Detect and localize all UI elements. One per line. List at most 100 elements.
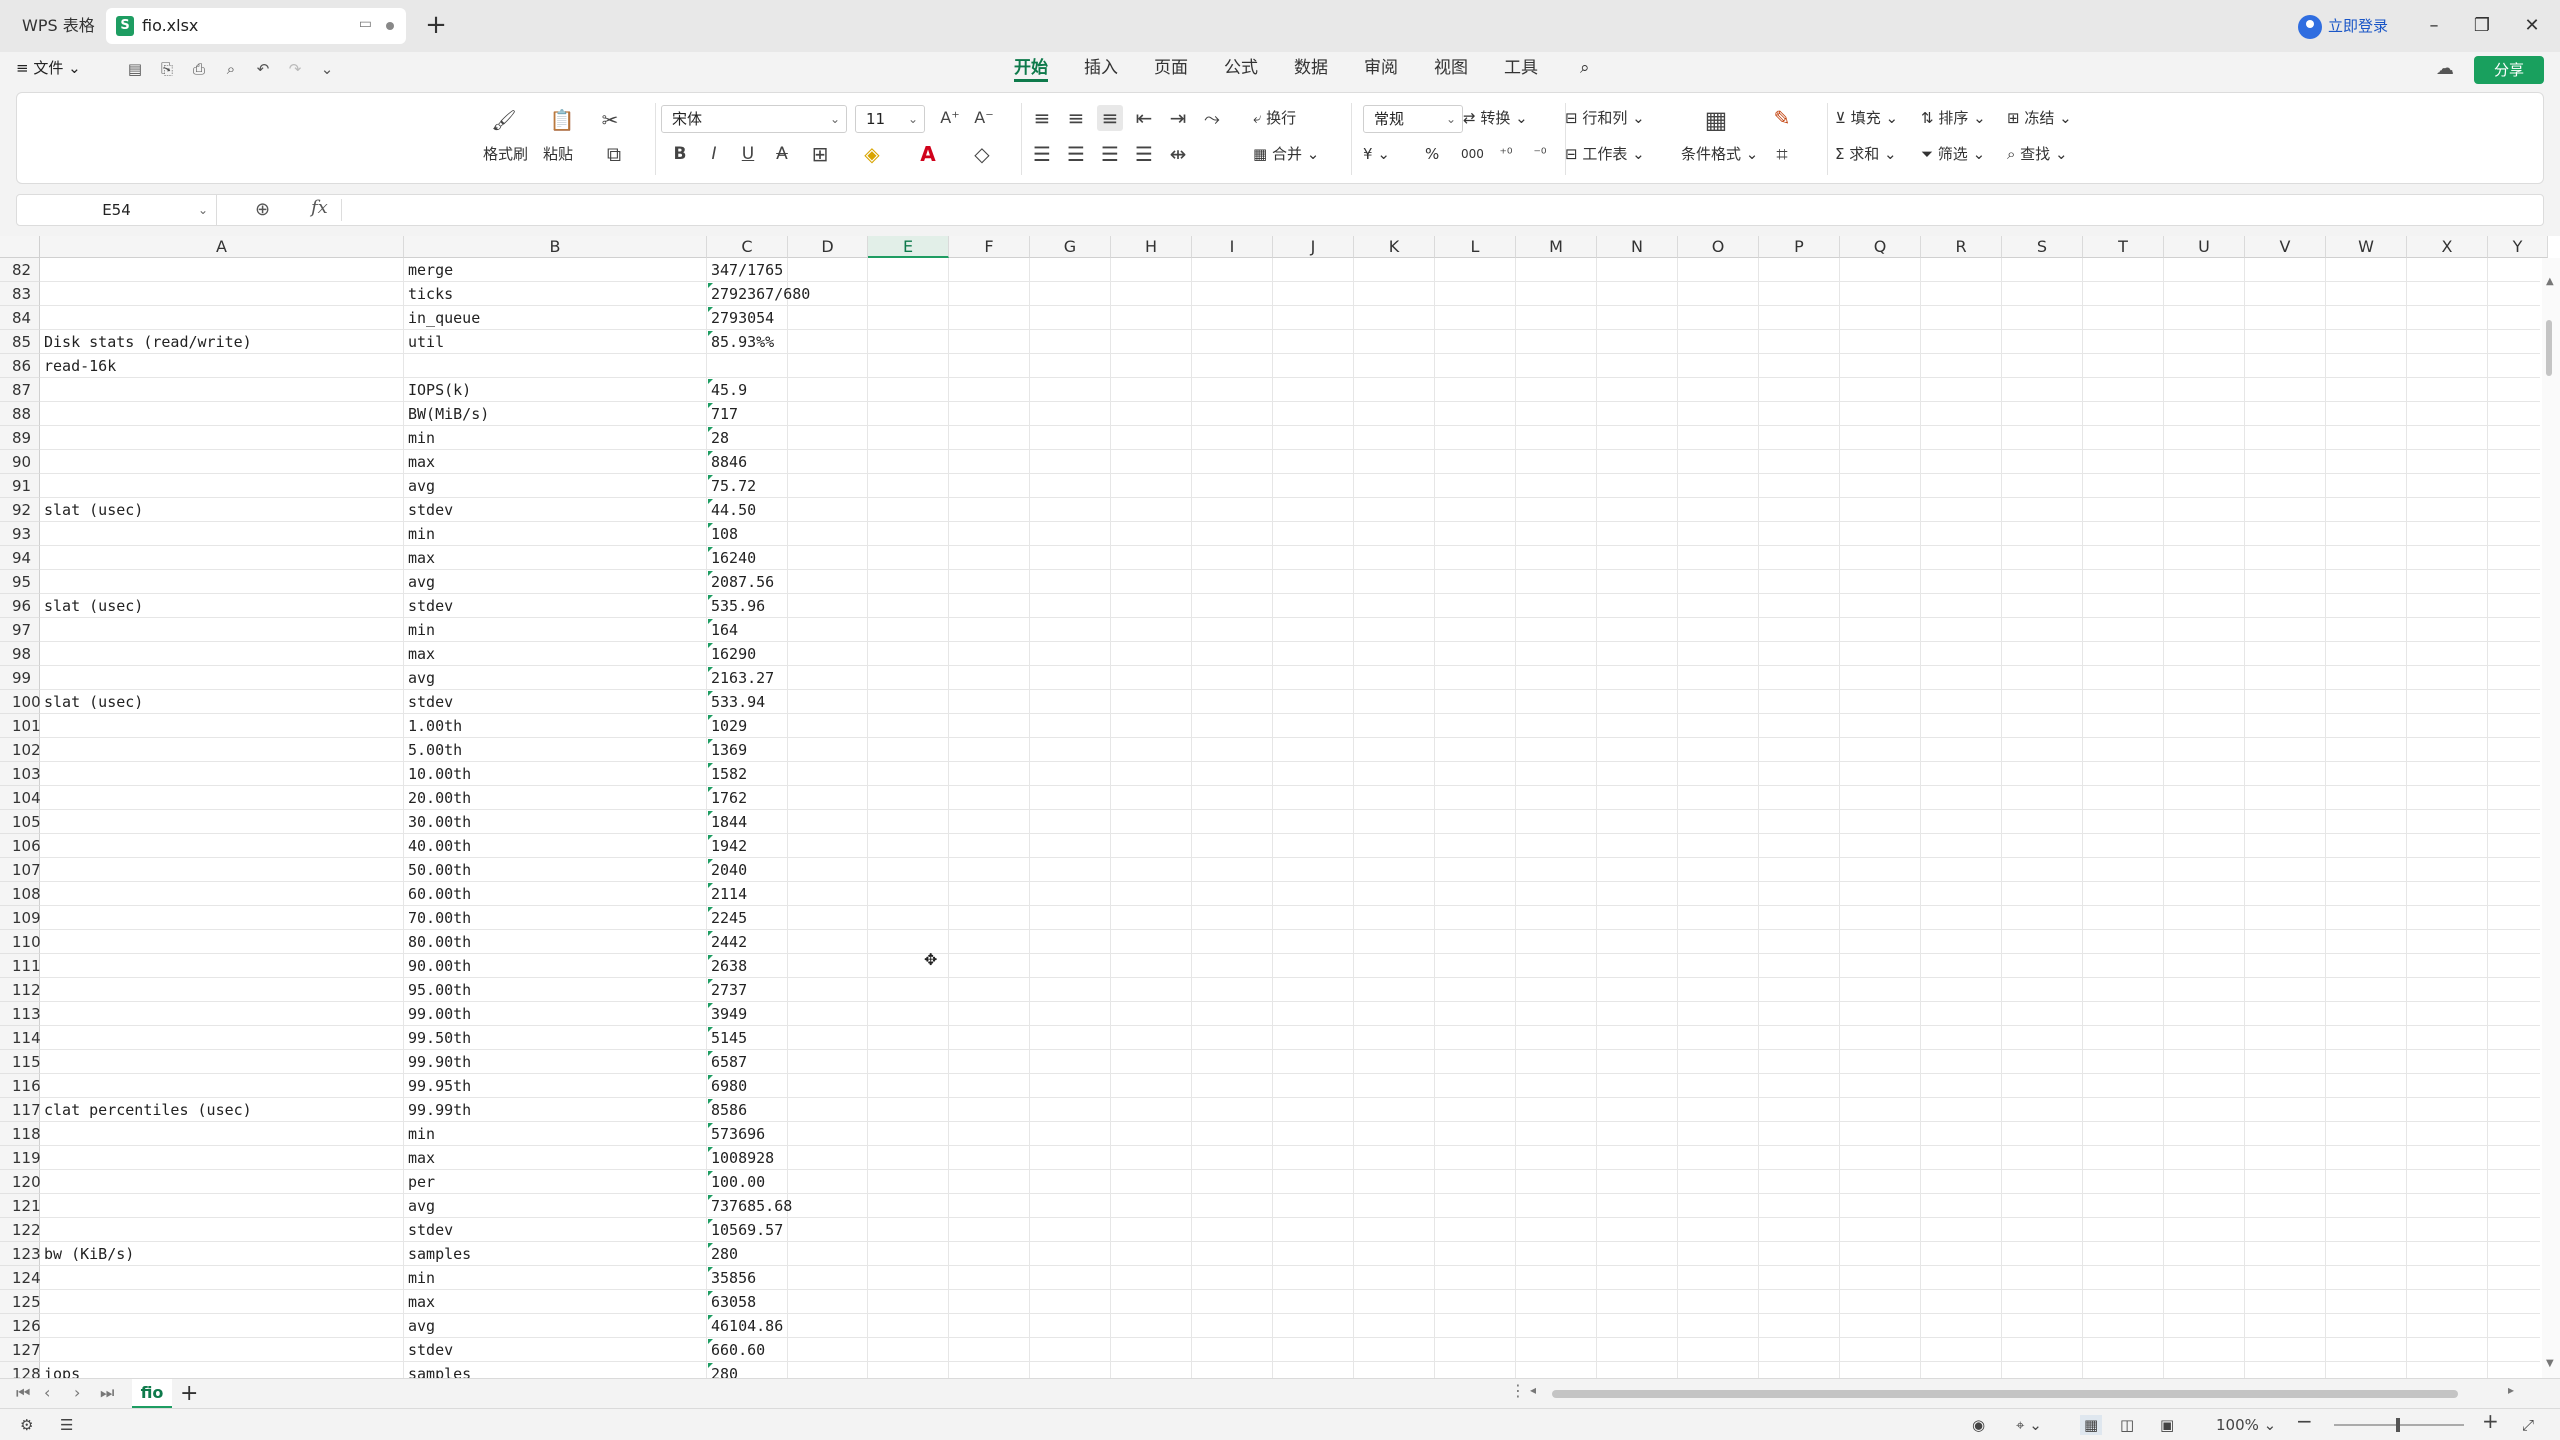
row-header[interactable]: 123 xyxy=(0,1242,41,1266)
cell-c[interactable]: 45.9 xyxy=(711,378,747,402)
cell-c[interactable]: 280 xyxy=(711,1362,738,1378)
align-left-icon[interactable]: ☰ xyxy=(1029,141,1055,167)
decrease-font-icon[interactable]: A⁻ xyxy=(971,105,997,131)
row-header[interactable]: 126 xyxy=(0,1314,41,1338)
cell-b[interactable]: per xyxy=(408,1170,435,1194)
paste-button[interactable]: 粘贴 xyxy=(543,143,573,165)
undo-icon[interactable]: ↶ xyxy=(252,58,274,80)
find-button[interactable]: ⌕ 查找 ⌄ xyxy=(2007,143,2068,165)
increase-decimal-icon[interactable]: ⁺⁰ xyxy=(1493,141,1519,167)
cell-b[interactable]: 99.90th xyxy=(408,1050,471,1074)
cell-b[interactable]: 95.00th xyxy=(408,978,471,1002)
monitor-icon[interactable]: ▭ xyxy=(359,16,372,32)
row-header[interactable]: 104 xyxy=(0,786,41,810)
cell-b[interactable]: 50.00th xyxy=(408,858,471,882)
cell-a[interactable]: iops xyxy=(44,1362,80,1378)
decrease-decimal-icon[interactable]: ⁻⁰ xyxy=(1527,141,1553,167)
cell-b[interactable]: avg xyxy=(408,1314,435,1338)
more-quick-access-icon[interactable]: ⌄ xyxy=(316,58,338,80)
cell-a[interactable]: bw (KiB/s) xyxy=(44,1242,134,1266)
zoom-out-icon[interactable]: − xyxy=(2296,1411,2313,1431)
row-header[interactable]: 114 xyxy=(0,1026,41,1050)
cell-b[interactable]: samples xyxy=(408,1242,471,1266)
cell-b[interactable]: 99.99th xyxy=(408,1098,471,1122)
save-icon[interactable]: ▤ xyxy=(124,58,146,80)
column-header[interactable]: X xyxy=(2407,236,2488,258)
cell-b[interactable]: 40.00th xyxy=(408,834,471,858)
cell-c[interactable]: 2638 xyxy=(711,954,747,978)
cell-b[interactable]: stdev xyxy=(408,594,453,618)
row-header[interactable]: 84 xyxy=(0,306,40,330)
align-center-icon[interactable]: ☰ xyxy=(1063,141,1089,167)
cell-b[interactable]: avg xyxy=(408,666,435,690)
column-header[interactable]: L xyxy=(1435,236,1516,258)
cell-b[interactable]: stdev xyxy=(408,690,453,714)
cell-c[interactable]: 28 xyxy=(711,426,729,450)
cell-b[interactable]: stdev xyxy=(408,498,453,522)
thousands-separator-button[interactable]: 000 xyxy=(1461,143,1484,165)
percent-button[interactable]: % xyxy=(1425,143,1439,165)
cell-a[interactable]: slat (usec) xyxy=(44,690,143,714)
row-header[interactable]: 89 xyxy=(0,426,40,450)
font-family-select[interactable]: 宋体 ⌄ xyxy=(661,105,847,133)
macro-record-icon[interactable]: ⚙ xyxy=(20,1415,33,1435)
row-header[interactable]: 107 xyxy=(0,858,41,882)
row-header[interactable]: 98 xyxy=(0,642,40,666)
app-home-tab[interactable]: WPS 表格 xyxy=(8,8,109,44)
row-header[interactable]: 105 xyxy=(0,810,41,834)
convert-button[interactable]: ⇄ 转换 ⌄ xyxy=(1463,107,1528,129)
wrap-text-button[interactable]: ⤶ 换行 xyxy=(1253,107,1296,129)
sheet-tab-fio[interactable]: fio xyxy=(132,1379,172,1409)
column-header[interactable]: O xyxy=(1678,236,1759,258)
cell-b[interactable]: 1.00th xyxy=(408,714,462,738)
column-header[interactable]: B xyxy=(404,236,707,258)
cell-b[interactable]: 30.00th xyxy=(408,810,471,834)
cell-b[interactable]: stdev xyxy=(408,1338,453,1362)
cell-c[interactable]: 35856 xyxy=(711,1266,756,1290)
row-header[interactable]: 82 xyxy=(0,258,40,282)
row-header[interactable]: 95 xyxy=(0,570,40,594)
cell-c[interactable]: 2040 xyxy=(711,858,747,882)
row-header[interactable]: 122 xyxy=(0,1218,41,1242)
column-header[interactable]: M xyxy=(1516,236,1597,258)
cell-b[interactable]: avg xyxy=(408,474,435,498)
minimize-button[interactable]: – xyxy=(2420,12,2448,40)
cell-c[interactable]: 5145 xyxy=(711,1026,747,1050)
cell-c[interactable]: 2442 xyxy=(711,930,747,954)
name-box[interactable]: E54 ⌄ xyxy=(17,195,217,225)
cell-border-settings-icon[interactable]: ⌗ xyxy=(1769,141,1795,167)
vertical-scroll-thumb[interactable] xyxy=(2546,320,2552,376)
column-header[interactable]: H xyxy=(1111,236,1192,258)
row-header[interactable]: 119 xyxy=(0,1146,41,1170)
file-menu-button[interactable]: ≡ 文件 ⌄ xyxy=(16,56,81,80)
print-preview-icon[interactable]: ⌕ xyxy=(220,58,242,80)
cell-c[interactable]: 75.72 xyxy=(711,474,756,498)
row-header[interactable]: 99 xyxy=(0,666,40,690)
bold-icon[interactable]: B xyxy=(667,141,693,167)
cell-c[interactable]: 1762 xyxy=(711,786,747,810)
row-header[interactable]: 109 xyxy=(0,906,41,930)
cell-b[interactable]: 99.50th xyxy=(408,1026,471,1050)
cell-c[interactable]: 108 xyxy=(711,522,738,546)
rows-columns-button[interactable]: ⊟ 行和列 ⌄ xyxy=(1565,107,1645,129)
row-header[interactable]: 112 xyxy=(0,978,41,1002)
export-pdf-icon[interactable]: ⎘ xyxy=(156,58,178,80)
cell-c[interactable]: 8586 xyxy=(711,1098,747,1122)
row-header[interactable]: 93 xyxy=(0,522,40,546)
cell-c[interactable]: 573696 xyxy=(711,1122,765,1146)
cell-b[interactable]: 99.00th xyxy=(408,1002,471,1026)
cell-a[interactable]: slat (usec) xyxy=(44,594,143,618)
cell-c[interactable]: 44.50 xyxy=(711,498,756,522)
row-header[interactable]: 83 xyxy=(0,282,40,306)
freeze-panes-button[interactable]: ⊞ 冻结 ⌄ xyxy=(2007,107,2072,129)
cell-b[interactable]: min xyxy=(408,1266,435,1290)
cell-c[interactable]: 347/1765 xyxy=(711,258,783,282)
row-header[interactable]: 125 xyxy=(0,1290,41,1314)
cell-c[interactable]: 2737 xyxy=(711,978,747,1002)
conditional-format-button[interactable]: 条件格式 ⌄ xyxy=(1681,143,1758,165)
increase-indent-icon[interactable]: ⇥ xyxy=(1165,105,1191,131)
share-button[interactable]: 分享 xyxy=(2474,56,2544,84)
align-right-icon[interactable]: ☰ xyxy=(1097,141,1123,167)
column-header[interactable]: T xyxy=(2083,236,2164,258)
paste-icon[interactable]: 📋 xyxy=(549,107,575,133)
